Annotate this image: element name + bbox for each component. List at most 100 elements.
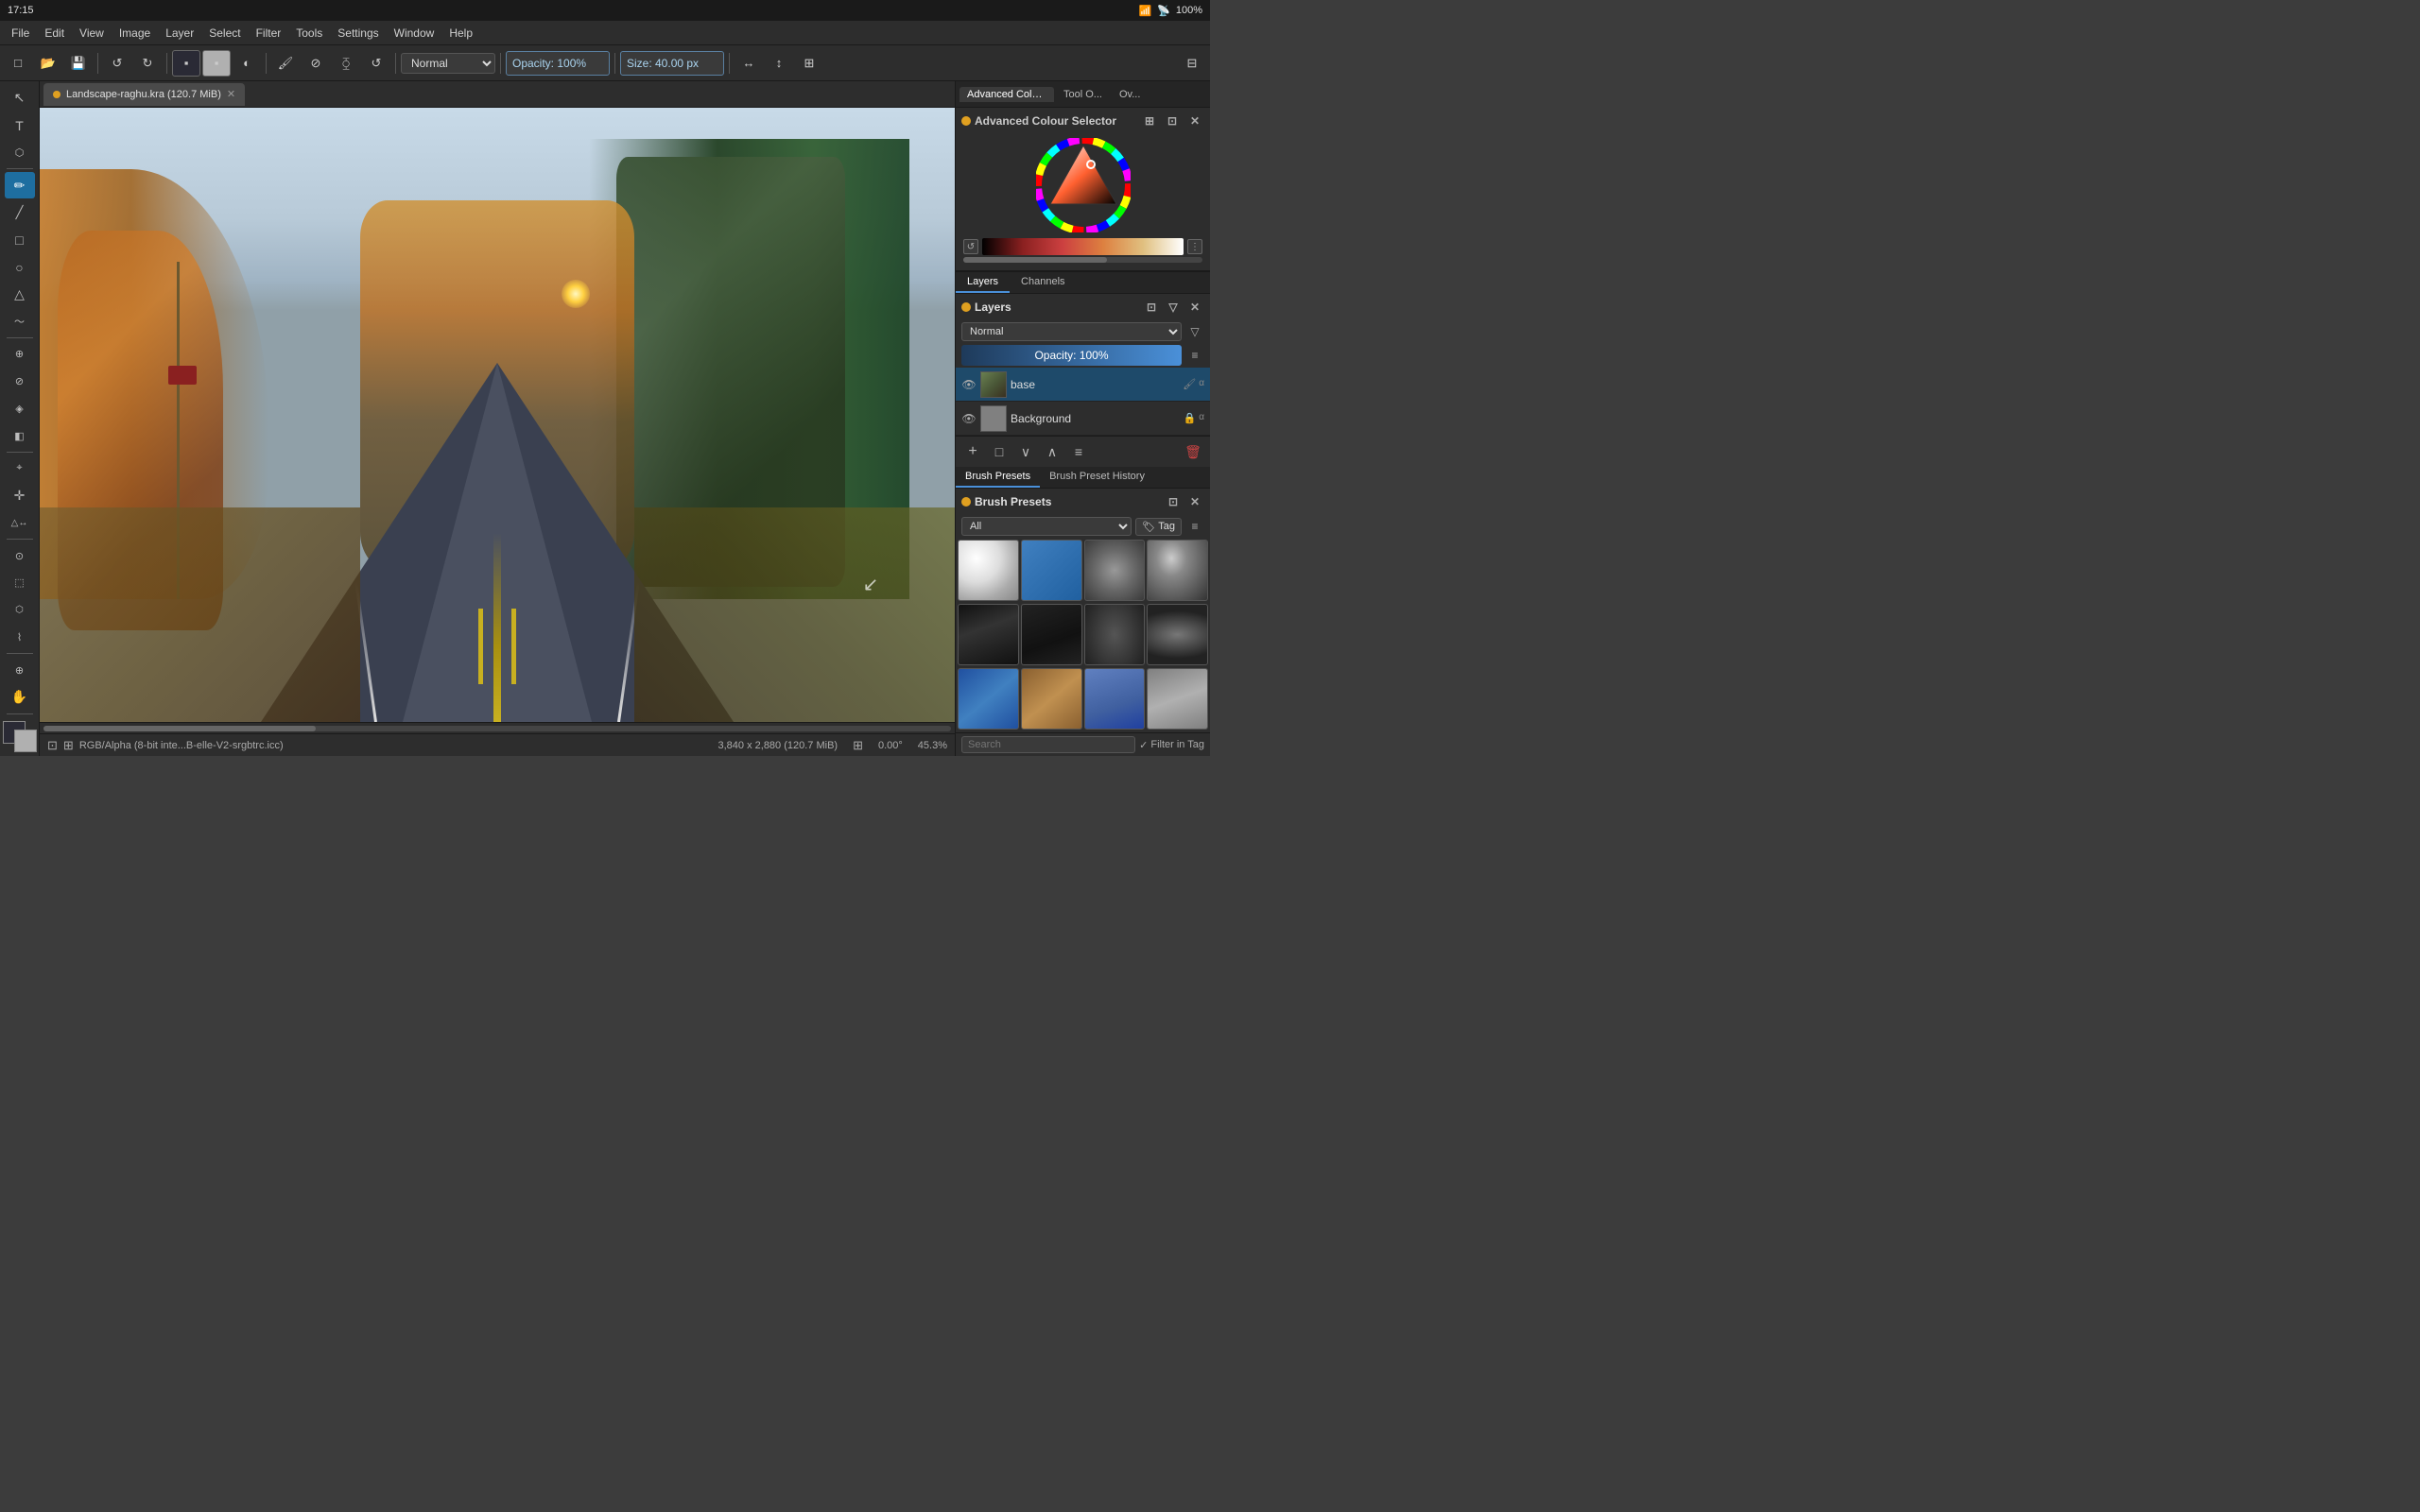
move-layer-up-button[interactable]: ∧ [1041, 440, 1063, 463]
opacity-control[interactable]: Opacity: 100% [506, 51, 610, 76]
colour-panel-close-icon[interactable]: ✕ [1185, 112, 1204, 130]
color-fg-button[interactable]: ▪ [172, 50, 200, 77]
brush-item-6[interactable] [1021, 604, 1082, 665]
duplicate-layer-button[interactable]: □ [988, 440, 1011, 463]
tool-crop[interactable]: ⌖ [5, 455, 35, 482]
tool-transform[interactable]: ⬡ [5, 140, 35, 166]
tool-move[interactable]: ✛ [5, 483, 35, 509]
h-scrollbar-track[interactable] [43, 726, 951, 731]
tool-gradient[interactable]: ◧ [5, 422, 35, 449]
tool-polygon[interactable]: △ [5, 281, 35, 307]
blend-mode-select[interactable]: Normal [401, 53, 495, 74]
canvas-viewport[interactable]: ↙ [40, 108, 955, 722]
mirror-v-button[interactable]: ↕ [765, 50, 793, 77]
erase-mode-button[interactable]: ⊘ [302, 50, 330, 77]
panel-tab-overview[interactable]: Ov... [1112, 87, 1148, 102]
brush-tab-presets[interactable]: Brush Presets [956, 467, 1040, 488]
menu-window[interactable]: Window [387, 25, 442, 42]
delete-layer-button[interactable]: 🗑 [1182, 440, 1204, 463]
colour-wheel-svg[interactable] [1036, 138, 1131, 232]
layers-close-icon[interactable]: ✕ [1185, 298, 1204, 317]
layers-blend-select[interactable]: Normal [961, 322, 1182, 341]
refresh-button[interactable]: ↺ [362, 50, 390, 77]
tool-magnetic[interactable]: ⌇ [5, 625, 35, 651]
brush-item-11[interactable] [1084, 668, 1146, 730]
tool-brush[interactable]: ✏ [5, 172, 35, 198]
colour-options-btn[interactable]: ⋮ [1187, 239, 1202, 254]
tool-text[interactable]: T [5, 112, 35, 139]
brush-preset-icon[interactable]: 🖌 [271, 50, 300, 77]
menu-view[interactable]: View [72, 25, 112, 42]
panels-toggle-button[interactable]: ⊟ [1178, 50, 1206, 77]
tool-clone[interactable]: ⊘ [5, 369, 35, 395]
layers-blend-filter-icon[interactable]: ▽ [1185, 322, 1204, 341]
tool-ellipse[interactable]: ○ [5, 254, 35, 281]
brush-item-9[interactable] [958, 668, 1019, 730]
canvas-mode-icon[interactable]: ⊡ [47, 738, 58, 753]
brush-panel-expand-icon[interactable]: ⊡ [1164, 492, 1183, 511]
brush-item-1[interactable] [958, 540, 1019, 601]
tool-rect[interactable]: □ [5, 227, 35, 253]
panel-tab-colour[interactable]: Advanced Colour Se... [959, 87, 1054, 102]
layers-expand-icon[interactable]: ⊡ [1142, 298, 1161, 317]
layers-tab-layers[interactable]: Layers [956, 272, 1010, 293]
brush-item-12[interactable] [1147, 668, 1208, 730]
size-control[interactable]: Size: 40.00 px [620, 51, 724, 76]
colour-wheel[interactable] [1036, 138, 1131, 232]
layer-item-background[interactable]: 👁 Background 🔒 α [956, 402, 1210, 436]
new-document-button[interactable]: □ [4, 50, 32, 77]
add-layer-button[interactable]: + [961, 440, 984, 463]
brush-item-2[interactable] [1021, 540, 1082, 601]
undo-button[interactable]: ↺ [103, 50, 131, 77]
alpha-lock-button[interactable]: ⧲ [332, 50, 360, 77]
menu-tools[interactable]: Tools [288, 25, 330, 42]
layers-opacity-menu-icon[interactable]: ≡ [1185, 346, 1204, 365]
layer-visibility-background[interactable]: 👁 [961, 411, 977, 426]
zoom-toggle-icon[interactable]: ⊞ [853, 738, 863, 753]
tool-polygon-select[interactable]: ⬡ [5, 597, 35, 624]
tool-freehand[interactable]: 〜 [5, 308, 35, 335]
tool-pan[interactable]: ✋ [5, 684, 35, 711]
h-scrollbar[interactable] [40, 722, 955, 733]
move-layer-down-button[interactable]: ∨ [1014, 440, 1037, 463]
brush-view-list-icon[interactable]: ≡ [1185, 517, 1204, 536]
filter-in-tag[interactable]: ✓ Filter in Tag [1139, 739, 1204, 751]
panel-tab-tool[interactable]: Tool O... [1056, 87, 1110, 102]
layer-item-base[interactable]: 👁 base 🖌 α [956, 368, 1210, 402]
open-button[interactable]: 📂 [34, 50, 62, 77]
brush-item-7[interactable] [1084, 604, 1146, 665]
brush-item-10[interactable] [1021, 668, 1082, 730]
menu-image[interactable]: Image [112, 25, 158, 42]
colour-gradient-bar[interactable] [982, 238, 1184, 255]
canvas-tab-close[interactable]: ✕ [227, 88, 235, 100]
color-bg-button[interactable]: ▪ [202, 50, 231, 77]
brush-filter-tag[interactable]: 🏷 Tag [1135, 518, 1182, 536]
layers-tab-channels[interactable]: Channels [1010, 272, 1076, 293]
h-scrollbar-thumb[interactable] [43, 726, 316, 731]
brush-filter-select[interactable]: All [961, 517, 1132, 536]
brush-item-3[interactable] [1084, 540, 1146, 601]
brush-search-input[interactable] [961, 736, 1135, 753]
tool-zoom[interactable]: ⊕ [5, 657, 35, 683]
menu-settings[interactable]: Settings [330, 25, 386, 42]
colour-refresh-btn[interactable]: ↺ [963, 239, 978, 254]
layer-visibility-base[interactable]: 👁 [961, 377, 977, 392]
brush-tab-history[interactable]: Brush Preset History [1040, 467, 1154, 488]
tool-sample[interactable]: ⊙ [5, 542, 35, 569]
colour-panel-grid-icon[interactable]: ⊞ [1140, 112, 1159, 130]
canvas-tab[interactable]: Landscape-raghu.kra (120.7 MiB) ✕ [43, 83, 245, 106]
wrap-button[interactable]: ⊞ [795, 50, 823, 77]
tool-smart-patch[interactable]: ⊕ [5, 341, 35, 368]
menu-select[interactable]: Select [201, 25, 248, 42]
tool-select[interactable]: ↖ [5, 85, 35, 112]
menu-file[interactable]: File [4, 25, 37, 42]
tool-contiguous[interactable]: ⬚ [5, 570, 35, 596]
layers-filter-icon[interactable]: ▽ [1164, 298, 1183, 317]
brush-item-4[interactable] [1147, 540, 1208, 601]
menu-help[interactable]: Help [441, 25, 480, 42]
brush-item-5[interactable] [958, 604, 1019, 665]
mirror-h-button[interactable]: ↔ [735, 50, 763, 77]
tool-line[interactable]: ╱ [5, 199, 35, 226]
background-color[interactable] [14, 730, 37, 752]
save-button[interactable]: 💾 [64, 50, 93, 77]
